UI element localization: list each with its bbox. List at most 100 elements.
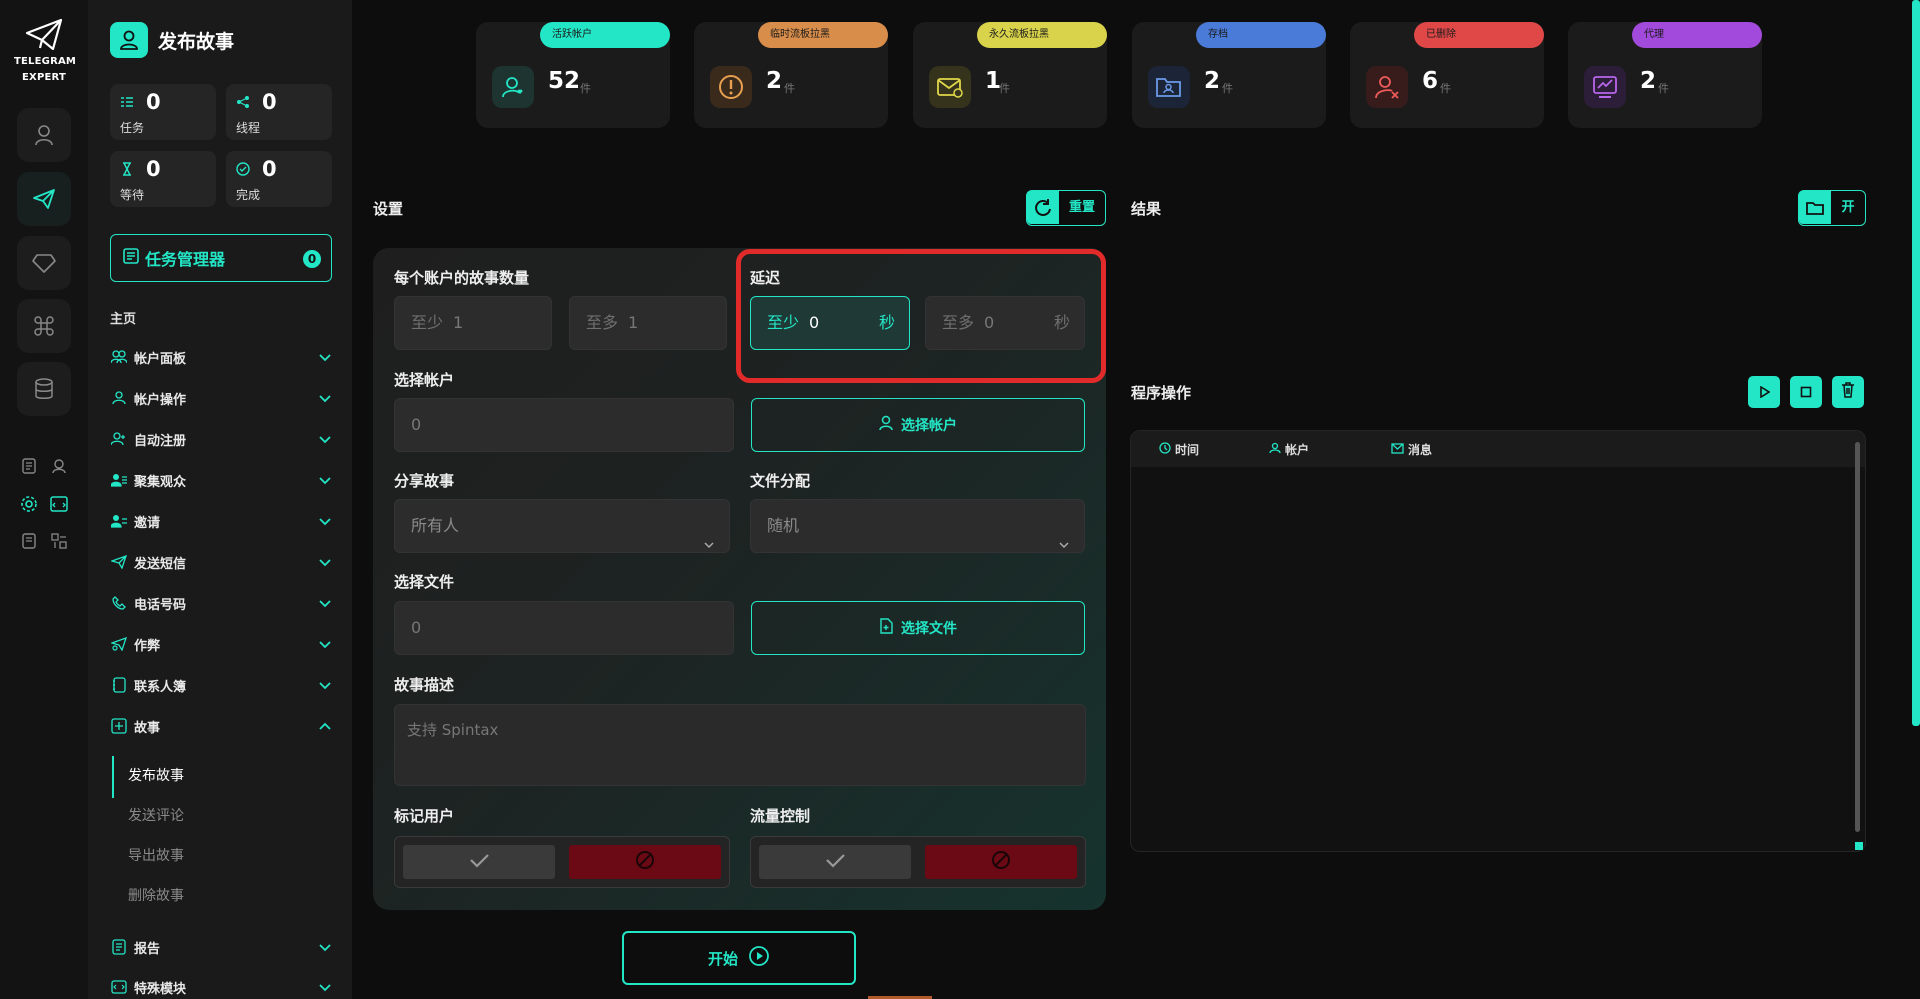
flow-control-no-button[interactable] <box>925 845 1077 879</box>
nav-special-modules[interactable]: 特殊模块 <box>110 974 332 999</box>
rail-accounts-button[interactable] <box>17 108 71 162</box>
play-button[interactable] <box>1748 376 1780 408</box>
share-story-select[interactable]: 所有人 <box>394 499 730 553</box>
log-table[interactable]: 时间 帐户 消息 <box>1130 430 1866 852</box>
task-manager-label: 任务管理器 <box>145 250 226 269</box>
card-value: 2 <box>1640 68 1657 94</box>
user-delete-icon <box>1366 66 1408 108</box>
stories-min-input[interactable]: 至少 1 <box>394 296 552 350</box>
flow-control-yes-button[interactable] <box>759 845 911 879</box>
command-icon <box>34 316 54 336</box>
code-window-icon[interactable] <box>48 493 70 515</box>
stop-button[interactable] <box>1790 376 1822 408</box>
stat-tasks-label: 任务 <box>120 121 145 135</box>
card-value: 2 <box>1204 68 1221 94</box>
task-manager-button[interactable]: 任务管理器 0 <box>110 234 332 282</box>
chevron-down-icon <box>318 431 332 450</box>
nav-auto-register[interactable]: 自动注册 <box>110 426 332 452</box>
settings-icon[interactable] <box>18 493 40 515</box>
start-button[interactable]: 开始 <box>622 931 856 985</box>
card-deleted[interactable]: 已删除 6 件 <box>1350 22 1544 128</box>
nav-sub-publish-story[interactable]: 发布故事 <box>128 765 184 785</box>
rail-commands-button[interactable] <box>17 299 71 353</box>
card-unit: 件 <box>784 82 795 95</box>
logo-text-line2: EXPERT <box>22 72 66 83</box>
notes-icon[interactable] <box>18 455 40 477</box>
reset-button[interactable]: 重置 <box>1026 190 1106 226</box>
stat-done: 0 完成 <box>226 151 332 207</box>
rail-send-button[interactable] <box>17 172 71 226</box>
column-account-label: 帐户 <box>1285 443 1310 457</box>
nav-account-panel[interactable]: 帐户面板 <box>110 344 332 370</box>
nav-sub-delete-story[interactable]: 删除故事 <box>128 885 184 905</box>
card-proxy[interactable]: 代理 2 件 <box>1568 22 1762 128</box>
folder-user-icon <box>1148 66 1190 108</box>
document-icon[interactable] <box>18 530 40 552</box>
nav-invite[interactable]: 邀请 <box>110 508 332 534</box>
select-account-count[interactable]: 0 <box>394 398 734 452</box>
card-value: 6 <box>1422 68 1439 94</box>
nav-reports[interactable]: 报告 <box>110 934 332 960</box>
card-perm-blocked[interactable]: 永久流板拉黑 1 件 <box>913 22 1107 128</box>
modules-icon <box>110 978 128 996</box>
user-icon <box>879 415 893 435</box>
rail-database-button[interactable] <box>17 362 71 416</box>
log-scrollbar[interactable] <box>1855 442 1860 832</box>
card-archived[interactable]: 存档 2 件 <box>1132 22 1326 128</box>
stat-waiting-label: 等待 <box>120 188 145 202</box>
select-file-button[interactable]: 选择文件 <box>751 601 1085 655</box>
card-tag: 代理 <box>1632 22 1762 48</box>
user-heart-icon <box>492 66 534 108</box>
nav-label: 邀请 <box>134 515 161 531</box>
rail-premium-button[interactable] <box>17 236 71 290</box>
nav-gather-audience[interactable]: 聚集观众 <box>110 467 332 493</box>
story-description-input[interactable]: 支持 Spintax <box>394 704 1086 786</box>
sidebar-header: 发布故事 <box>110 22 234 58</box>
grid-icon[interactable] <box>48 530 70 552</box>
ban-icon <box>634 849 656 875</box>
chevron-down-icon <box>318 472 332 491</box>
card-active-accounts[interactable]: 活跃帐户 52 件 <box>476 22 670 128</box>
select-account-button[interactable]: 选择帐户 <box>751 398 1085 452</box>
contacts-book-icon <box>110 676 128 694</box>
nav-label: 联系人簿 <box>134 679 187 695</box>
profile-icon[interactable] <box>48 455 70 477</box>
check-icon <box>824 852 846 872</box>
stories-max-input[interactable]: 至多 1 <box>569 296 727 350</box>
nav-contacts[interactable]: 联系人簿 <box>110 672 332 698</box>
card-unit: 件 <box>580 82 591 95</box>
nav-sub-send-comment[interactable]: 发送评论 <box>128 805 184 825</box>
min-value: 1 <box>453 313 464 332</box>
min-prefix: 至少 <box>411 313 444 332</box>
nav-send-sms[interactable]: 发送短信 <box>110 549 332 575</box>
nav-cheat[interactable]: 作弊 <box>110 631 332 657</box>
nav-account-actions[interactable]: 帐户操作 <box>110 385 332 411</box>
chevron-down-icon <box>318 595 332 614</box>
nav-stories[interactable]: 故事 <box>110 713 332 739</box>
file-distribution-select[interactable]: 随机 <box>750 499 1085 553</box>
mark-users-no-button[interactable] <box>569 845 721 879</box>
stat-waiting-value: 0 <box>146 157 161 181</box>
sidebar: 发布故事 0 任务 0 线程 0 等待 0 完成 任务管理器 0 主页 帐户面板… <box>88 0 352 999</box>
card-temp-blocked[interactable]: 临时流板拉黑 2 件 <box>694 22 888 128</box>
task-manager-icon <box>123 248 139 268</box>
page-scrollbar[interactable] <box>1912 0 1920 726</box>
chevron-up-icon <box>318 718 332 737</box>
user-icon <box>110 22 148 58</box>
clear-button[interactable] <box>1832 376 1864 408</box>
delay-highlight-box <box>736 249 1106 383</box>
user-add-icon <box>110 430 128 448</box>
nav-label: 发送短信 <box>134 556 187 572</box>
warning-icon <box>710 66 752 108</box>
stat-done-value: 0 <box>262 157 277 181</box>
select-file-count[interactable]: 0 <box>394 601 734 655</box>
mark-users-yes-button[interactable] <box>403 845 555 879</box>
section-title-home: 主页 <box>110 312 137 327</box>
page-title: 发布故事 <box>158 30 235 53</box>
log-table-header: 时间 帐户 消息 <box>1131 431 1865 467</box>
nav-phone-numbers[interactable]: 电话号码 <box>110 590 332 616</box>
resize-handle[interactable] <box>1855 842 1863 850</box>
clock-icon <box>1159 442 1171 457</box>
nav-sub-export-story[interactable]: 导出故事 <box>128 845 184 865</box>
open-folder-button[interactable]: 开 <box>1798 190 1866 226</box>
